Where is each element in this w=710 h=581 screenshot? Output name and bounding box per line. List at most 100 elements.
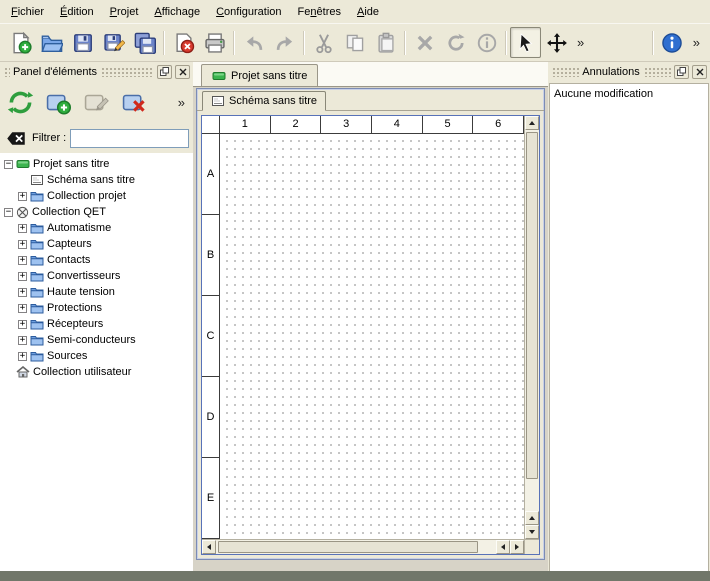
- close-icon: [179, 68, 187, 76]
- vertical-scroll-thumb[interactable]: [526, 132, 538, 479]
- tree-item-haute-tension[interactable]: +Haute tension: [0, 284, 193, 300]
- delete-icon: [414, 32, 436, 54]
- tree-item-recepteurs[interactable]: +Récepteurs: [0, 316, 193, 332]
- tree-item-collection-projet[interactable]: + Collection projet: [0, 188, 193, 204]
- expand-icon[interactable]: +: [18, 240, 27, 249]
- open-project-button[interactable]: [36, 27, 67, 58]
- menu-fenetres[interactable]: Fenêtres: [290, 0, 349, 23]
- close-project-button[interactable]: [168, 27, 199, 58]
- schema-icon: [30, 174, 44, 186]
- float-dock-button[interactable]: [157, 65, 172, 79]
- expand-icon[interactable]: +: [18, 304, 27, 313]
- copy-button[interactable]: [339, 27, 370, 58]
- tree-item-label: Collection projet: [47, 190, 126, 202]
- delete-element-button[interactable]: [117, 85, 151, 119]
- menu-affichage[interactable]: Affichage: [146, 0, 208, 23]
- edit-element-button[interactable]: [79, 85, 113, 119]
- tree-item-convertisseurs[interactable]: +Convertisseurs: [0, 268, 193, 284]
- panel-overflow-button[interactable]: »: [178, 95, 185, 110]
- print-button[interactable]: [199, 27, 230, 58]
- home-icon: [16, 366, 30, 378]
- toolbar-overflow-button[interactable]: »: [572, 35, 589, 50]
- menu-configuration[interactable]: Configuration: [208, 0, 289, 23]
- folder-icon: [30, 190, 44, 202]
- ruler-column-1: 1: [220, 116, 271, 134]
- expand-icon[interactable]: +: [18, 256, 27, 265]
- reload-collections-button[interactable]: [3, 85, 37, 119]
- scroll-up-button[interactable]: [525, 116, 539, 130]
- horizontal-scroll-thumb[interactable]: [218, 541, 478, 553]
- tree-item-sources[interactable]: +Sources: [0, 348, 193, 364]
- refresh-icon: [7, 89, 34, 116]
- tree-item-collection-qet[interactable]: −Collection QET: [0, 204, 193, 220]
- cut-icon: [313, 32, 335, 54]
- tree-item-schema-sans-titre[interactable]: Schéma sans titre: [0, 172, 193, 188]
- save-project-as-button[interactable]: [98, 27, 129, 58]
- vertical-scrollbar[interactable]: [524, 116, 539, 539]
- menu-fichier[interactable]: Fichier: [3, 0, 52, 23]
- scroll-left-button[interactable]: [202, 540, 216, 554]
- expand-icon[interactable]: +: [18, 336, 27, 345]
- diagram-tab-bar: Schéma sans titre: [197, 89, 544, 111]
- dock-handle-texture: [3, 66, 10, 77]
- scroll-down-button[interactable]: [525, 525, 539, 539]
- new-element-button[interactable]: [41, 85, 75, 119]
- horizontal-scroll-track[interactable]: [216, 540, 496, 554]
- scrollbar-corner: [524, 539, 539, 554]
- tree-item-collection-utilisateur[interactable]: Collection utilisateur: [0, 364, 193, 380]
- delete-selection-button[interactable]: [409, 27, 440, 58]
- selection-mode-button[interactable]: [510, 27, 541, 58]
- new-project-button[interactable]: [5, 27, 36, 58]
- close-dock-button[interactable]: [692, 65, 707, 79]
- expand-icon[interactable]: +: [18, 272, 27, 281]
- cut-button[interactable]: [308, 27, 339, 58]
- workspace-area: Schéma sans titre 123456 ABCDE: [193, 87, 548, 571]
- expand-icon[interactable]: +: [18, 352, 27, 361]
- element-edit-icon: [84, 90, 109, 115]
- expand-icon[interactable]: +: [18, 224, 27, 233]
- selection-info-button[interactable]: [471, 27, 502, 58]
- tree-item-semi-conducteurs[interactable]: +Semi-conducteurs: [0, 332, 193, 348]
- elements-panel-titlebar[interactable]: Panel d'éléments: [0, 62, 193, 81]
- tab-schema-sans-titre[interactable]: Schéma sans titre: [202, 91, 326, 111]
- horizontal-scrollbar[interactable]: [202, 539, 524, 554]
- scroll-up-button-2[interactable]: [525, 511, 539, 525]
- expand-icon[interactable]: +: [18, 320, 27, 329]
- filter-input[interactable]: [70, 129, 189, 148]
- float-dock-button[interactable]: [674, 65, 689, 79]
- tree-item-projet-sans-titre[interactable]: −Projet sans titre: [0, 156, 193, 172]
- schema-canvas[interactable]: [220, 134, 524, 539]
- undo-list-item: Aucune modification: [552, 86, 706, 102]
- undo-history-list[interactable]: Aucune modification: [549, 83, 709, 581]
- expand-icon[interactable]: +: [18, 192, 27, 201]
- collapse-icon[interactable]: −: [4, 208, 13, 217]
- scroll-right-button[interactable]: [510, 540, 524, 554]
- clear-filter-button[interactable]: [4, 129, 28, 147]
- scroll-left-button-2[interactable]: [496, 540, 510, 554]
- rotate-selection-button[interactable]: [440, 27, 471, 58]
- close-file-icon: [173, 32, 195, 54]
- tree-item-contacts[interactable]: +Contacts: [0, 252, 193, 268]
- tree-item-automatisme[interactable]: +Automatisme: [0, 220, 193, 236]
- menu-edition[interactable]: Édition: [52, 0, 102, 23]
- about-qet-button[interactable]: [657, 27, 688, 58]
- save-project-button[interactable]: [67, 27, 98, 58]
- tree-item-protections[interactable]: +Protections: [0, 300, 193, 316]
- menu-aide[interactable]: Aide: [349, 0, 387, 23]
- pan-mode-button[interactable]: [541, 27, 572, 58]
- undo-icon: [243, 32, 265, 54]
- tab-projet-sans-titre[interactable]: Projet sans titre: [201, 64, 318, 86]
- undo-dock-titlebar[interactable]: Annulations: [548, 62, 710, 81]
- paste-button[interactable]: [370, 27, 401, 58]
- help-toolbar-overflow-button[interactable]: »: [688, 35, 705, 50]
- expand-icon[interactable]: +: [18, 288, 27, 297]
- redo-button[interactable]: [269, 27, 300, 58]
- collapse-icon[interactable]: −: [4, 160, 13, 169]
- save-all-button[interactable]: [129, 27, 160, 58]
- close-dock-button[interactable]: [175, 65, 190, 79]
- tree-item-capteurs[interactable]: +Capteurs: [0, 236, 193, 252]
- dock-handle-texture: [643, 66, 671, 77]
- vertical-scroll-track[interactable]: [525, 130, 539, 511]
- undo-button[interactable]: [238, 27, 269, 58]
- menu-projet[interactable]: Projet: [102, 0, 147, 23]
